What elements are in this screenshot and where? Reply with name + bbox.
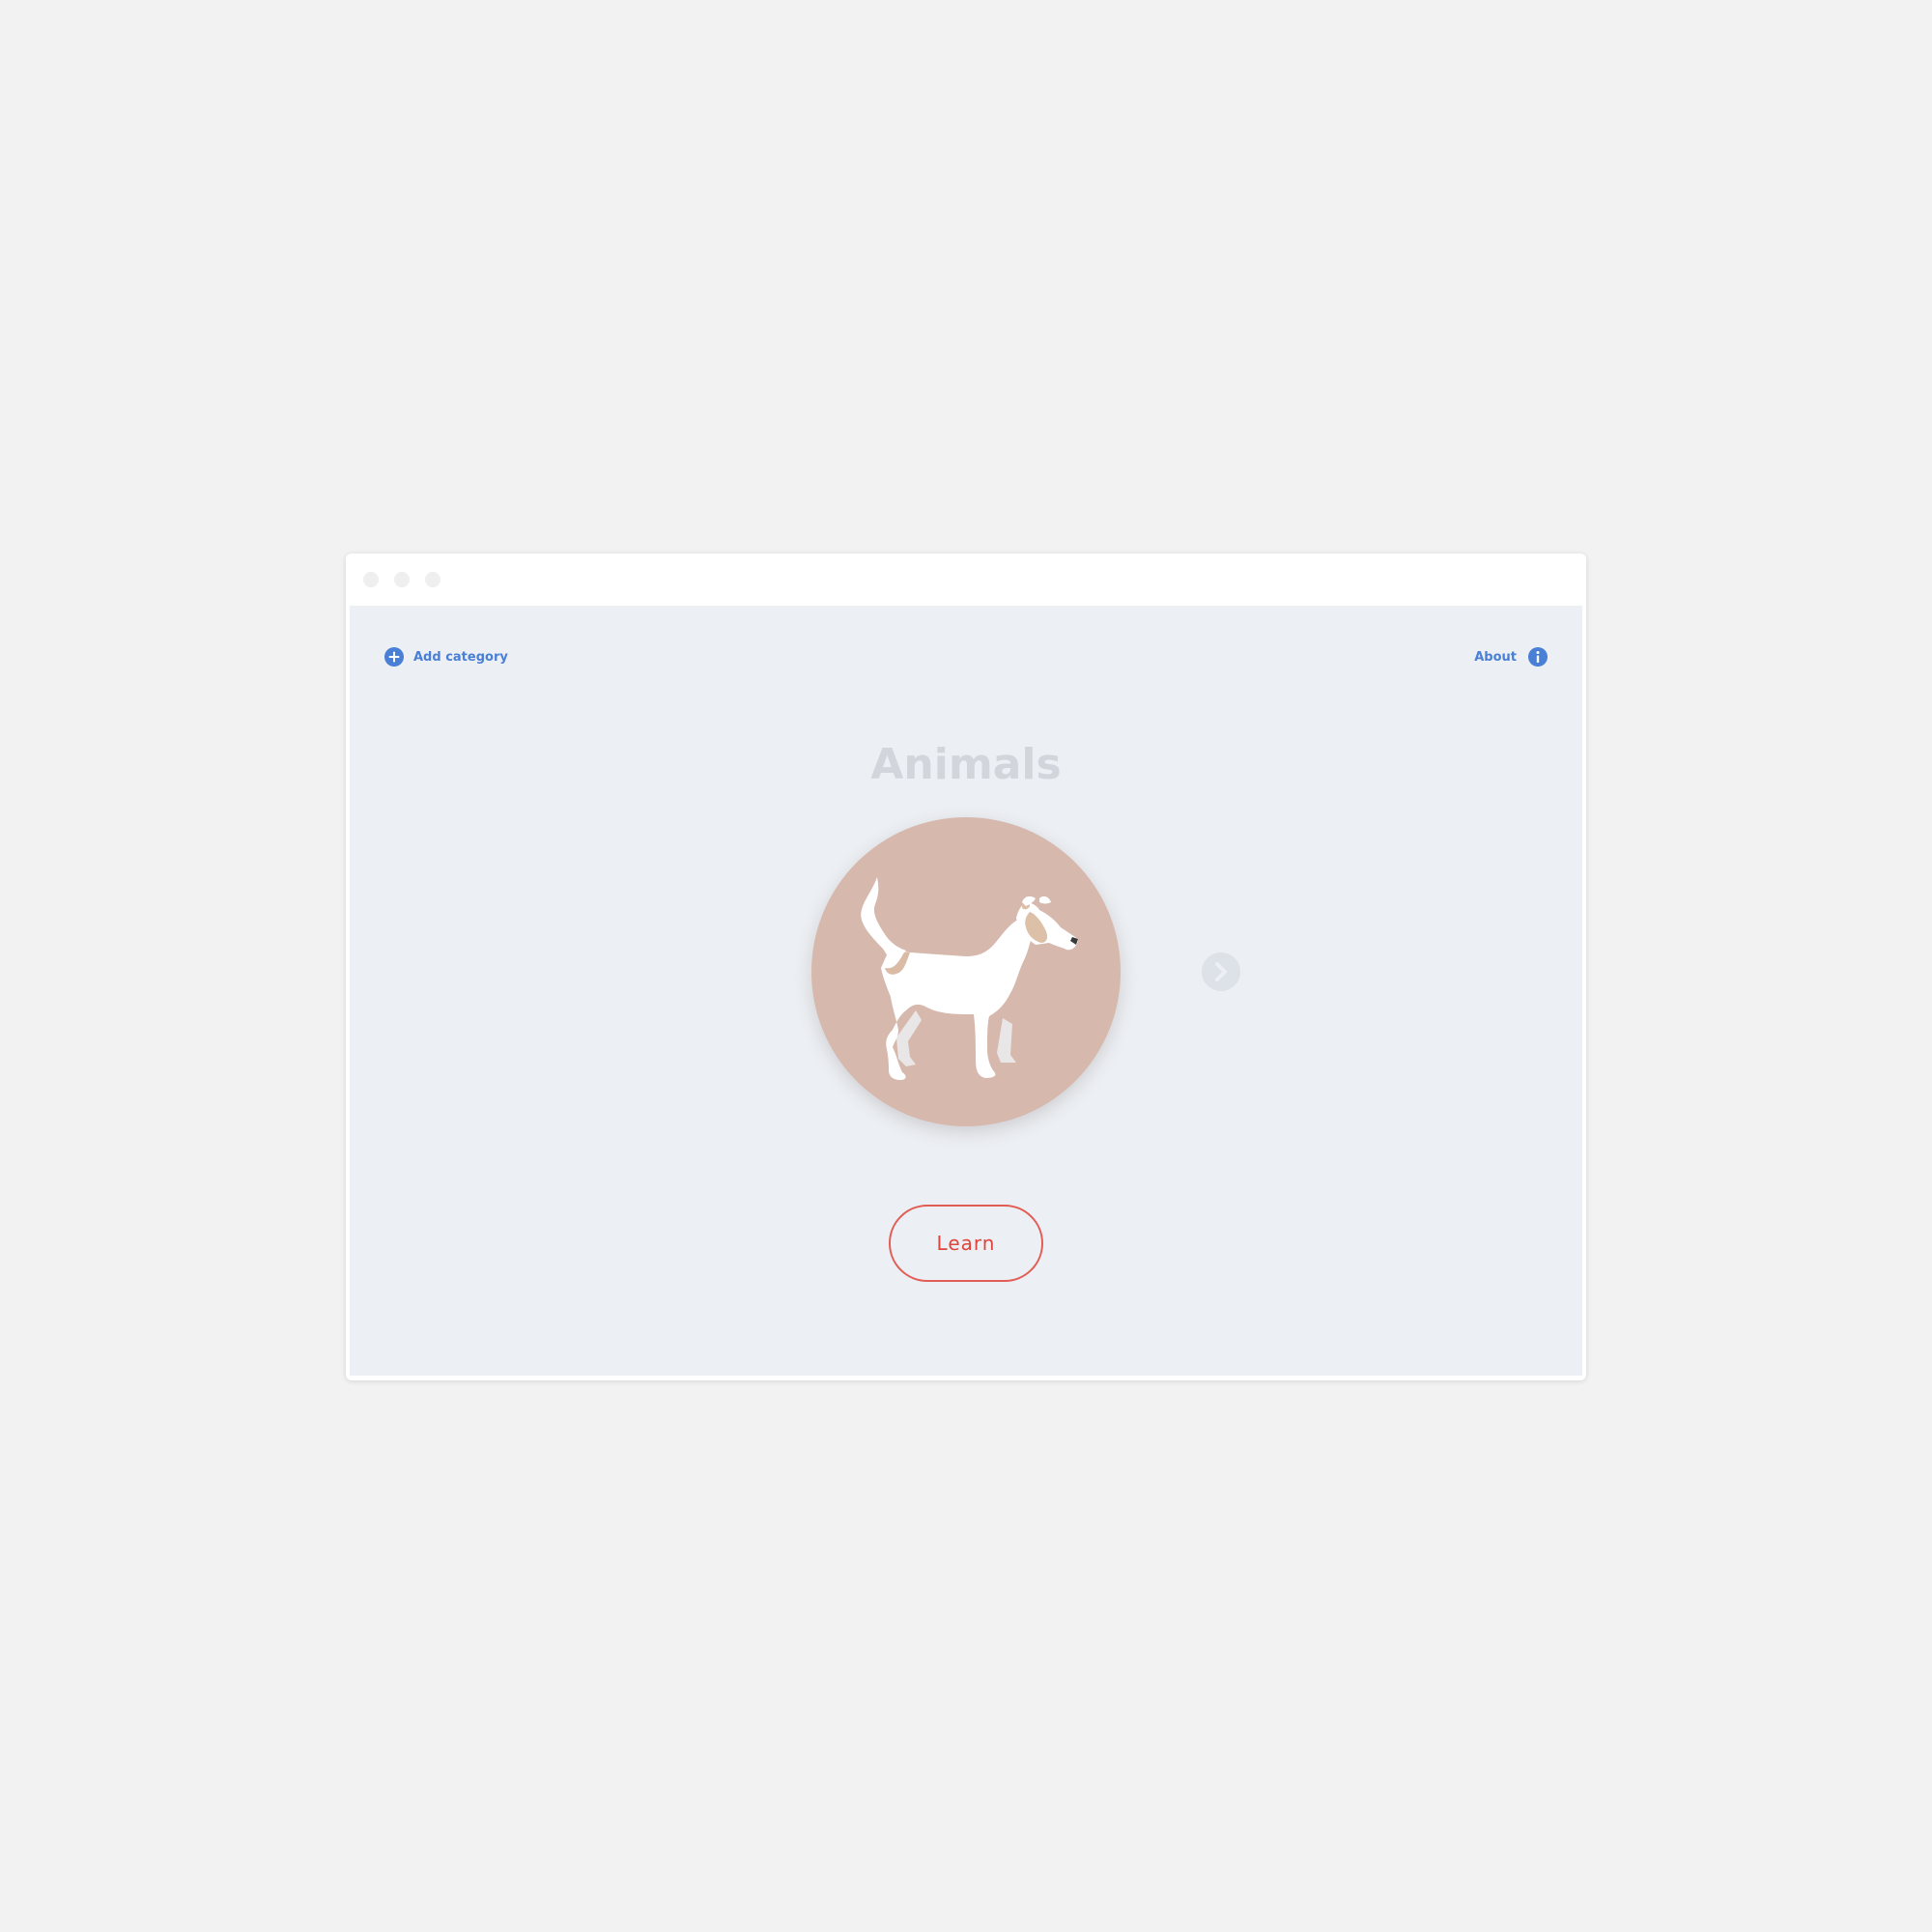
window-maximize-button[interactable]	[425, 572, 440, 587]
category-image[interactable]	[811, 817, 1121, 1126]
dog-illustration	[861, 877, 1078, 1080]
chevron-right-icon	[1215, 962, 1227, 981]
title-bar	[346, 554, 1586, 605]
category-title: Animals	[870, 740, 1062, 789]
learn-button[interactable]: Learn	[889, 1205, 1043, 1282]
window-close-button[interactable]	[363, 572, 379, 587]
add-category-label: Add category	[413, 649, 508, 665]
app-window: Add category About Animals Learn	[346, 554, 1586, 1380]
next-category-button[interactable]	[1202, 952, 1240, 991]
window-minimize-button[interactable]	[394, 572, 410, 587]
plus-circle-icon	[384, 647, 404, 667]
info-circle-icon	[1528, 647, 1548, 667]
about-label: About	[1474, 649, 1517, 665]
main-content: Add category About Animals Learn	[350, 606, 1582, 1376]
add-category-button[interactable]: Add category	[384, 644, 508, 669]
about-button[interactable]: About	[1474, 644, 1548, 669]
